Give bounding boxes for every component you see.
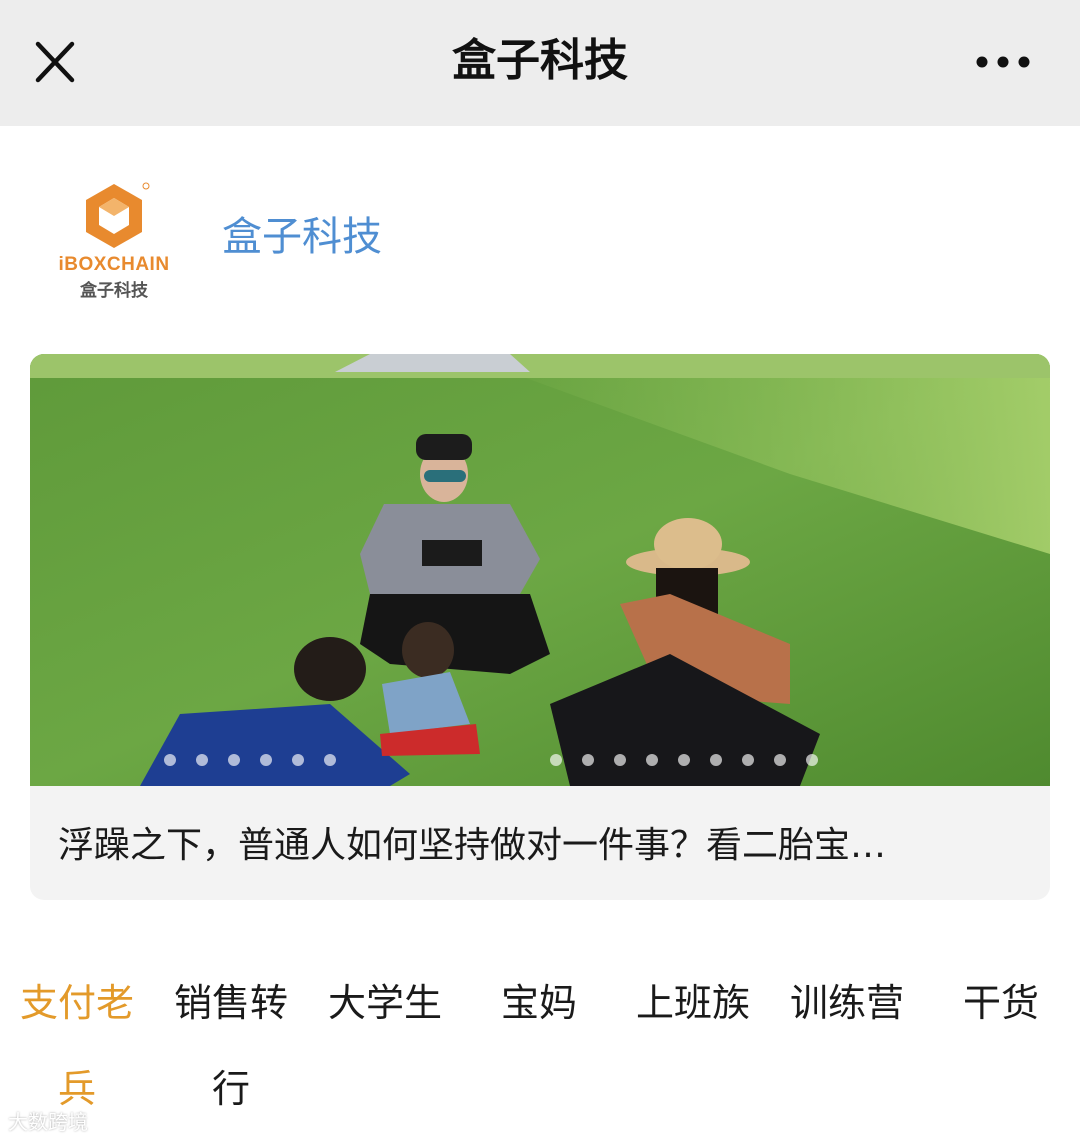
tab-label-line1: 支付老: [19, 981, 134, 1025]
more-button[interactable]: [972, 48, 1034, 76]
account-profile: iBOXCHAIN 盒子科技 盒子科技: [0, 126, 1080, 346]
article-title: 浮躁之下，普通人如何坚持做对一件事？看二胎宝…: [58, 825, 887, 866]
tab-tips[interactable]: 干货: [924, 960, 1078, 1046]
tab-label-line1: 宝妈: [500, 981, 577, 1025]
page-title: 盒子科技: [452, 35, 628, 86]
tab-training-camp[interactable]: 训练营: [770, 960, 924, 1046]
box-logo-icon: [86, 182, 150, 248]
tab-label-line1: 训练营: [789, 981, 904, 1025]
article-cover-image: [30, 354, 1050, 786]
tab-label-line1: 大学生: [327, 981, 442, 1025]
tab-label-line1: 销售转: [173, 981, 288, 1025]
tab-label-line1: 上班族: [635, 981, 750, 1025]
tab-label-line1: 干货: [962, 981, 1039, 1025]
article-card[interactable]: 浮躁之下，普通人如何坚持做对一件事？看二胎宝…: [30, 354, 1050, 900]
logo-subtitle: 盒子科技: [80, 281, 148, 301]
tab-college-student[interactable]: 大学生: [308, 960, 462, 1046]
tab-mom[interactable]: 宝妈: [462, 960, 616, 1046]
category-tabs: 支付老 兵 销售转 行 大学生 宝妈 上班族 训练营 干货: [0, 960, 1080, 1140]
logo-wordmark: iBOXCHAIN: [58, 254, 170, 275]
account-logo[interactable]: iBOXCHAIN 盒子科技: [40, 178, 188, 302]
tab-sales-switch[interactable]: 销售转 行: [154, 960, 308, 1132]
top-bar: 盒子科技: [0, 0, 1080, 126]
tab-office-worker[interactable]: 上班族: [616, 960, 770, 1046]
watermark: 大数跨境: [8, 1110, 88, 1134]
account-name-link[interactable]: 盒子科技: [222, 204, 382, 262]
more-icon: [976, 56, 1030, 68]
tab-label-line2: 行: [211, 1067, 250, 1111]
